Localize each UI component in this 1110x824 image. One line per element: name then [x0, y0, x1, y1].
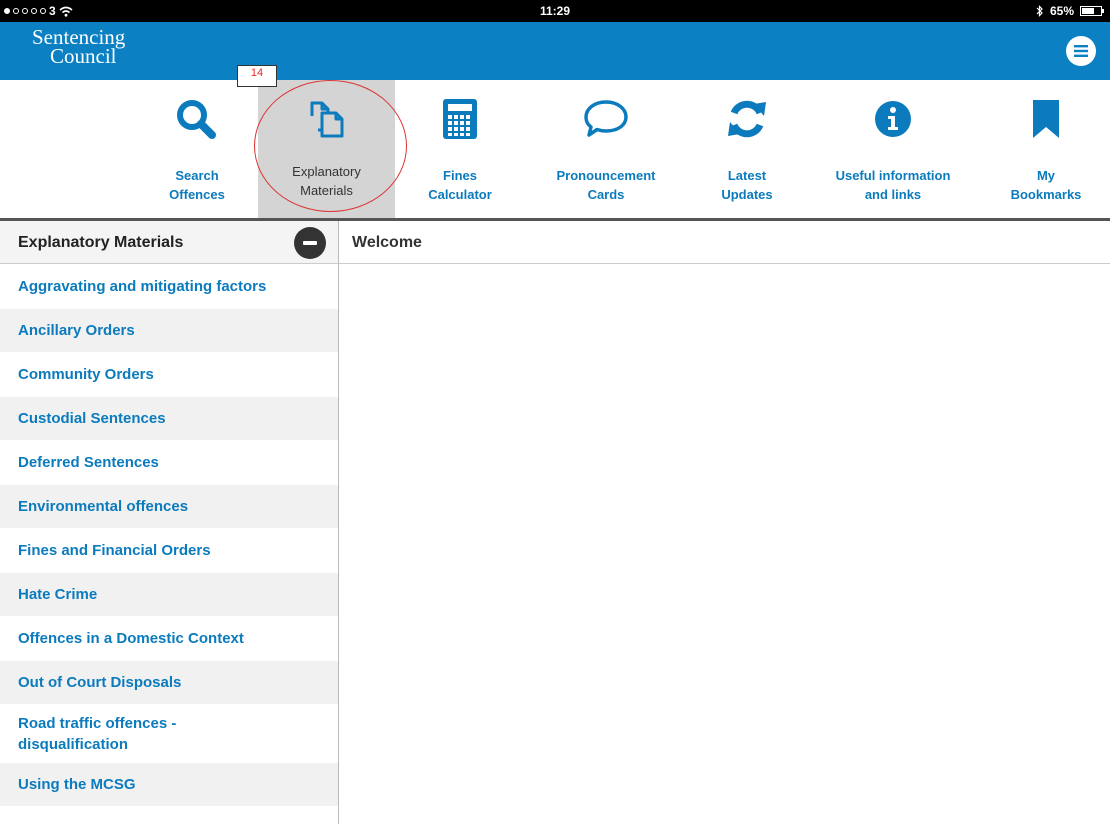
list-item[interactable]: Road traffic offences - disqualification: [0, 705, 230, 763]
main-title: Welcome: [352, 234, 422, 251]
tool-explanatory-materials[interactable]: Explanatory Materials: [258, 80, 395, 218]
hamburger-icon: [1074, 45, 1088, 57]
speech-bubble-icon: [584, 100, 628, 137]
list-item[interactable]: Hate Crime: [0, 573, 338, 617]
documents-icon: [310, 101, 343, 138]
menu-button[interactable]: [1066, 36, 1096, 66]
tool-label: and links: [864, 187, 922, 202]
bookmark-icon: [1033, 100, 1059, 138]
tool-label: Useful information: [835, 168, 951, 183]
panel-divider: [338, 221, 339, 824]
list-item[interactable]: Custodial Sentences: [0, 397, 338, 441]
list-item[interactable]: Offences in a Domestic Context: [0, 617, 338, 661]
list-item[interactable]: Using the MCSG: [0, 763, 338, 807]
list-item[interactable]: Out of Court Disposals: [0, 661, 338, 705]
annotation-badge: 14: [237, 65, 277, 87]
tool-my-bookmarks[interactable]: My Bookmarks: [982, 80, 1110, 218]
list-item[interactable]: Fines and Financial Orders: [0, 529, 338, 573]
bluetooth-icon: [1036, 5, 1043, 17]
tool-label: Offences: [169, 187, 225, 202]
logo-line-2: Council: [50, 44, 117, 68]
main-toolbar: Search Offences Explanatory Materials Fi…: [0, 80, 1110, 221]
sidebar-title: Explanatory Materials: [18, 234, 184, 251]
minus-icon: [303, 241, 317, 245]
sentencing-council-logo[interactable]: Sentencing Council: [32, 27, 125, 68]
list-item[interactable]: Community Orders: [0, 353, 338, 397]
tool-pronouncement-cards[interactable]: Pronouncement Cards: [536, 80, 676, 218]
status-bar: 3 11:29 65%: [0, 0, 1110, 22]
tool-latest-updates[interactable]: Latest Updates: [677, 80, 817, 218]
tool-label: Latest: [727, 168, 767, 183]
tool-label: Calculator: [428, 187, 492, 202]
status-right: 65%: [1036, 4, 1104, 18]
tool-label: Updates: [721, 187, 773, 202]
refresh-icon: [728, 100, 766, 138]
battery-percent: 65%: [1049, 4, 1074, 18]
list-item[interactable]: Aggravating and mitigating factors: [0, 265, 338, 309]
app-header: Sentencing Council: [0, 22, 1110, 80]
list-item[interactable]: Environmental offences: [0, 485, 338, 529]
battery-icon: [1080, 6, 1104, 16]
tool-label: Materials: [300, 183, 353, 198]
tool-search-offences[interactable]: Search Offences: [127, 80, 267, 218]
collapse-button[interactable]: [294, 227, 326, 259]
sidebar-list: Aggravating and mitigating factors Ancil…: [0, 265, 338, 807]
calculator-icon: [443, 99, 477, 139]
sidebar-header: Explanatory Materials: [0, 221, 338, 264]
tool-fines-calculator[interactable]: Fines Calculator: [390, 80, 530, 218]
list-item[interactable]: Ancillary Orders: [0, 309, 338, 353]
tool-label: Explanatory: [292, 164, 361, 179]
list-item[interactable]: Deferred Sentences: [0, 441, 338, 485]
main-header: Welcome: [339, 221, 1110, 264]
tool-label: Bookmarks: [1010, 187, 1082, 202]
tool-label: Cards: [587, 187, 625, 202]
tool-label: Pronouncement: [556, 168, 656, 183]
tool-useful-information[interactable]: Useful information and links: [823, 80, 963, 218]
search-icon: [177, 100, 216, 139]
tool-label: Search: [175, 168, 219, 183]
clock: 11:29: [539, 4, 571, 18]
info-icon: [875, 101, 911, 137]
tool-label: Fines: [443, 168, 477, 183]
tool-label: My: [1036, 168, 1056, 183]
